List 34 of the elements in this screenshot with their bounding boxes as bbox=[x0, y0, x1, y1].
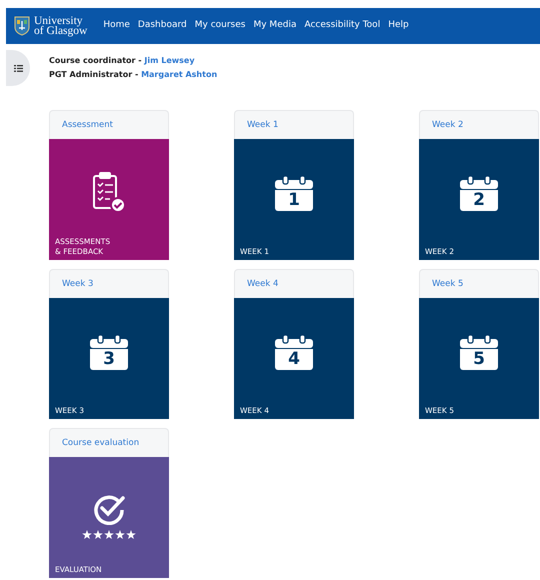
nav-link[interactable]: My courses bbox=[194, 19, 246, 33]
list-icon[interactable] bbox=[14, 64, 22, 72]
check-circle-icon bbox=[93, 493, 125, 525]
nav-link[interactable]: My Media bbox=[253, 19, 296, 33]
calendar-number: 5 bbox=[460, 349, 498, 370]
tile-title[interactable]: Week 4 bbox=[234, 269, 354, 298]
calendar-rings-icon bbox=[460, 176, 498, 189]
calendar-number: 4 bbox=[275, 349, 313, 370]
calendar-number: 1 bbox=[275, 190, 313, 211]
tile-title[interactable]: Week 3 bbox=[49, 269, 169, 298]
contact-role: PGT Administrator - bbox=[49, 70, 140, 79]
calendar-number: 3 bbox=[90, 349, 128, 370]
contact-link[interactable]: Jim Lewsey bbox=[144, 56, 195, 65]
calendar-rings-icon bbox=[275, 335, 313, 348]
nav-link[interactable]: Help bbox=[388, 19, 409, 33]
calendar-rings-icon bbox=[90, 335, 128, 348]
five-stars-icon bbox=[82, 530, 136, 540]
contact-role: Course coordinator - bbox=[49, 56, 143, 65]
tile-title[interactable]: Week 1 bbox=[234, 110, 354, 139]
nav-link[interactable]: Home bbox=[103, 19, 130, 33]
sidebar-toggle[interactable] bbox=[6, 50, 30, 86]
tile-title[interactable]: Week 2 bbox=[419, 110, 539, 139]
clipboard-check-icon bbox=[92, 171, 126, 213]
crest-icon[interactable] bbox=[14, 16, 30, 36]
nav-link[interactable]: Dashboard bbox=[138, 19, 187, 33]
calendar-rings-icon bbox=[275, 176, 313, 189]
logo-text[interactable]: University of Glasgow bbox=[34, 16, 88, 36]
calendar-number: 2 bbox=[460, 190, 498, 211]
tile-title[interactable]: Week 5 bbox=[419, 269, 539, 298]
tile-title[interactable]: Assessment bbox=[49, 110, 169, 139]
nav-link[interactable]: Accessibility Tool bbox=[304, 19, 380, 33]
calendar-rings-icon bbox=[460, 335, 498, 348]
contact-link[interactable]: Margaret Ashton bbox=[141, 70, 218, 79]
tile-title[interactable]: Course evaluation bbox=[49, 428, 169, 457]
